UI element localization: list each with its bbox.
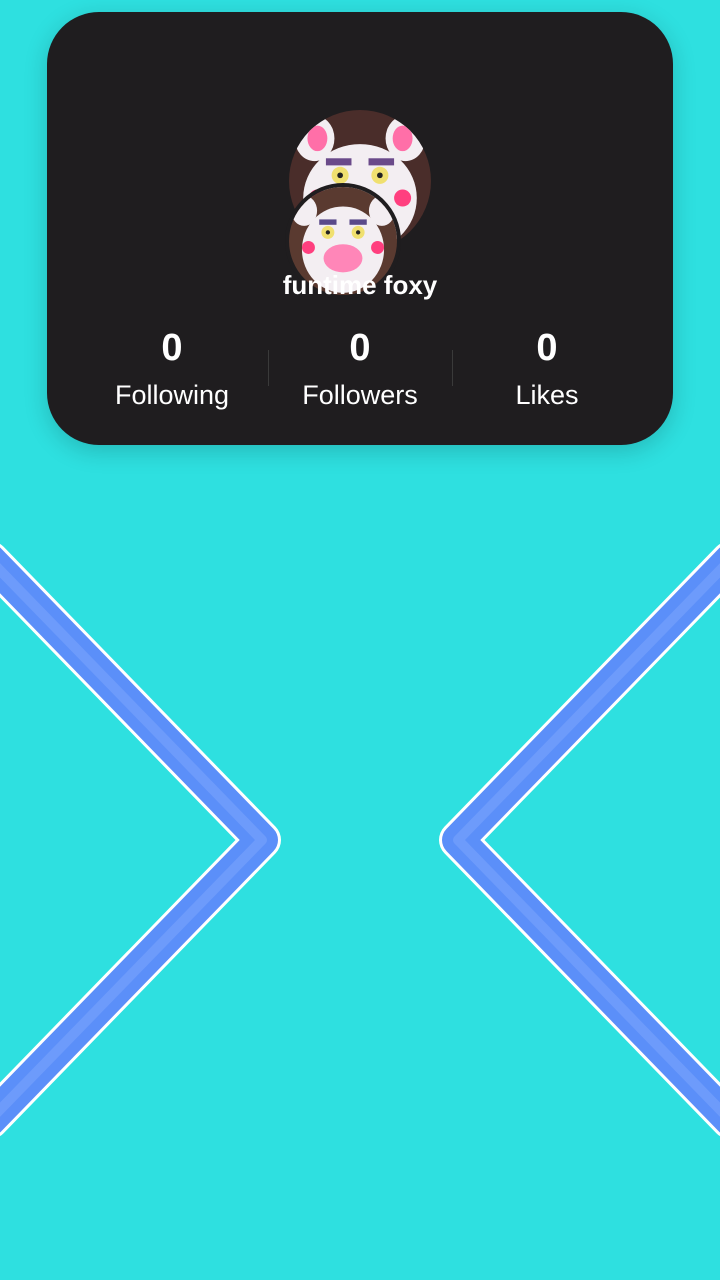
likes-count: 0 xyxy=(536,327,558,369)
chevron-right-icon[interactable] xyxy=(439,543,720,1137)
followers-label: Followers xyxy=(302,380,418,410)
stat-divider xyxy=(268,350,269,386)
followers-count: 0 xyxy=(349,327,371,369)
stat-followers[interactable]: 0 Followers xyxy=(270,328,450,412)
profile-stats: 0 Following 0 Followers 0 Likes xyxy=(47,328,673,418)
stat-divider xyxy=(452,350,453,386)
navigation-chevrons xyxy=(0,543,720,1137)
following-label: Following xyxy=(114,380,230,410)
profile-card: funtime foxy 0 Following 0 Followers 0 L… xyxy=(47,12,673,445)
chevron-left-icon[interactable] xyxy=(0,543,281,1137)
stat-likes[interactable]: 0 Likes xyxy=(457,328,637,412)
stat-following[interactable]: 0 Following xyxy=(82,328,262,412)
following-count: 0 xyxy=(161,327,183,369)
profile-username: funtime foxy xyxy=(282,270,438,300)
likes-label: Likes xyxy=(515,380,579,410)
